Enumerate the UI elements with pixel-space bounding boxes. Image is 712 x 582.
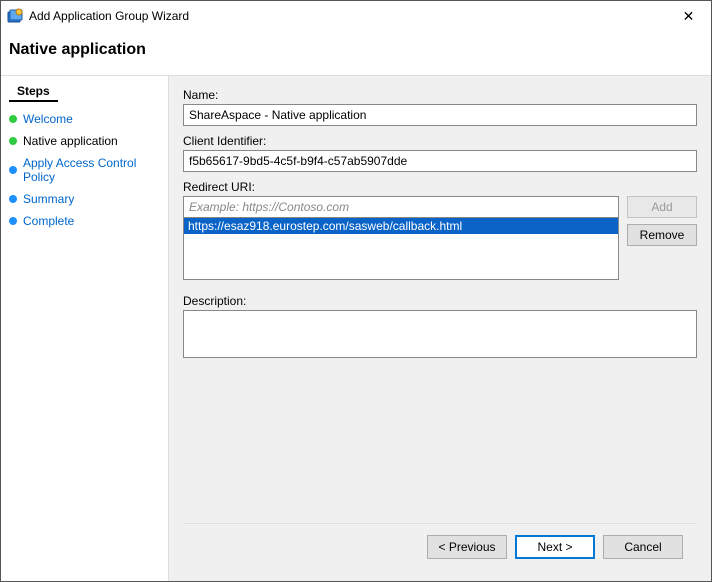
- sidebar-step-1[interactable]: Native application: [1, 130, 168, 152]
- close-button[interactable]: ✕: [666, 1, 711, 31]
- step-label: Complete: [23, 214, 74, 228]
- step-label: Native application: [23, 134, 118, 148]
- step-status-icon: [9, 217, 17, 225]
- step-status-icon: [9, 166, 17, 174]
- steps-sidebar: Steps Welcome Native application Apply Acc…: [1, 76, 169, 581]
- form-area: Name: Client Identifier: Redirect URI: h…: [169, 76, 711, 581]
- steps-list: Welcome Native application Apply Access Co…: [1, 108, 168, 232]
- wizard-footer: < Previous Next > Cancel: [183, 523, 697, 569]
- redirect-uri-list[interactable]: https://esaz918.eurostep.com/sasweb/call…: [183, 218, 619, 280]
- redirect-uri-input[interactable]: [183, 196, 619, 218]
- step-label: Summary: [23, 192, 74, 206]
- add-button[interactable]: Add: [627, 196, 697, 218]
- wizard-window: Add Application Group Wizard ✕ Native ap…: [0, 0, 712, 582]
- wizard-header: Native application: [1, 31, 711, 76]
- sidebar-step-0[interactable]: Welcome: [1, 108, 168, 130]
- sidebar-step-3[interactable]: Summary: [1, 188, 168, 210]
- description-label: Description:: [183, 294, 697, 308]
- redirect-uri-item[interactable]: https://esaz918.eurostep.com/sasweb/call…: [184, 218, 618, 234]
- client-id-label: Client Identifier:: [183, 134, 697, 148]
- client-id-input[interactable]: [183, 150, 697, 172]
- previous-button[interactable]: < Previous: [427, 535, 507, 559]
- name-label: Name:: [183, 88, 697, 102]
- wizard-body: Steps Welcome Native application Apply Acc…: [1, 76, 711, 581]
- steps-heading: Steps: [9, 82, 58, 102]
- window-title: Add Application Group Wizard: [29, 9, 666, 23]
- cancel-button[interactable]: Cancel: [603, 535, 683, 559]
- redirect-uri-row: https://esaz918.eurostep.com/sasweb/call…: [183, 196, 697, 280]
- sidebar-step-2[interactable]: Apply Access Control Policy: [1, 152, 168, 188]
- redirect-uri-label: Redirect URI:: [183, 180, 697, 194]
- remove-button[interactable]: Remove: [627, 224, 697, 246]
- name-input[interactable]: [183, 104, 697, 126]
- step-status-icon: [9, 115, 17, 123]
- step-label: Welcome: [23, 112, 73, 126]
- sidebar-step-4[interactable]: Complete: [1, 210, 168, 232]
- description-input[interactable]: [183, 310, 697, 358]
- step-status-icon: [9, 195, 17, 203]
- next-button[interactable]: Next >: [515, 535, 595, 559]
- close-icon: ✕: [683, 8, 695, 25]
- step-label: Apply Access Control Policy: [23, 156, 160, 184]
- app-icon: [7, 8, 23, 24]
- step-status-icon: [9, 137, 17, 145]
- page-title: Native application: [9, 41, 703, 59]
- title-bar: Add Application Group Wizard ✕: [1, 1, 711, 31]
